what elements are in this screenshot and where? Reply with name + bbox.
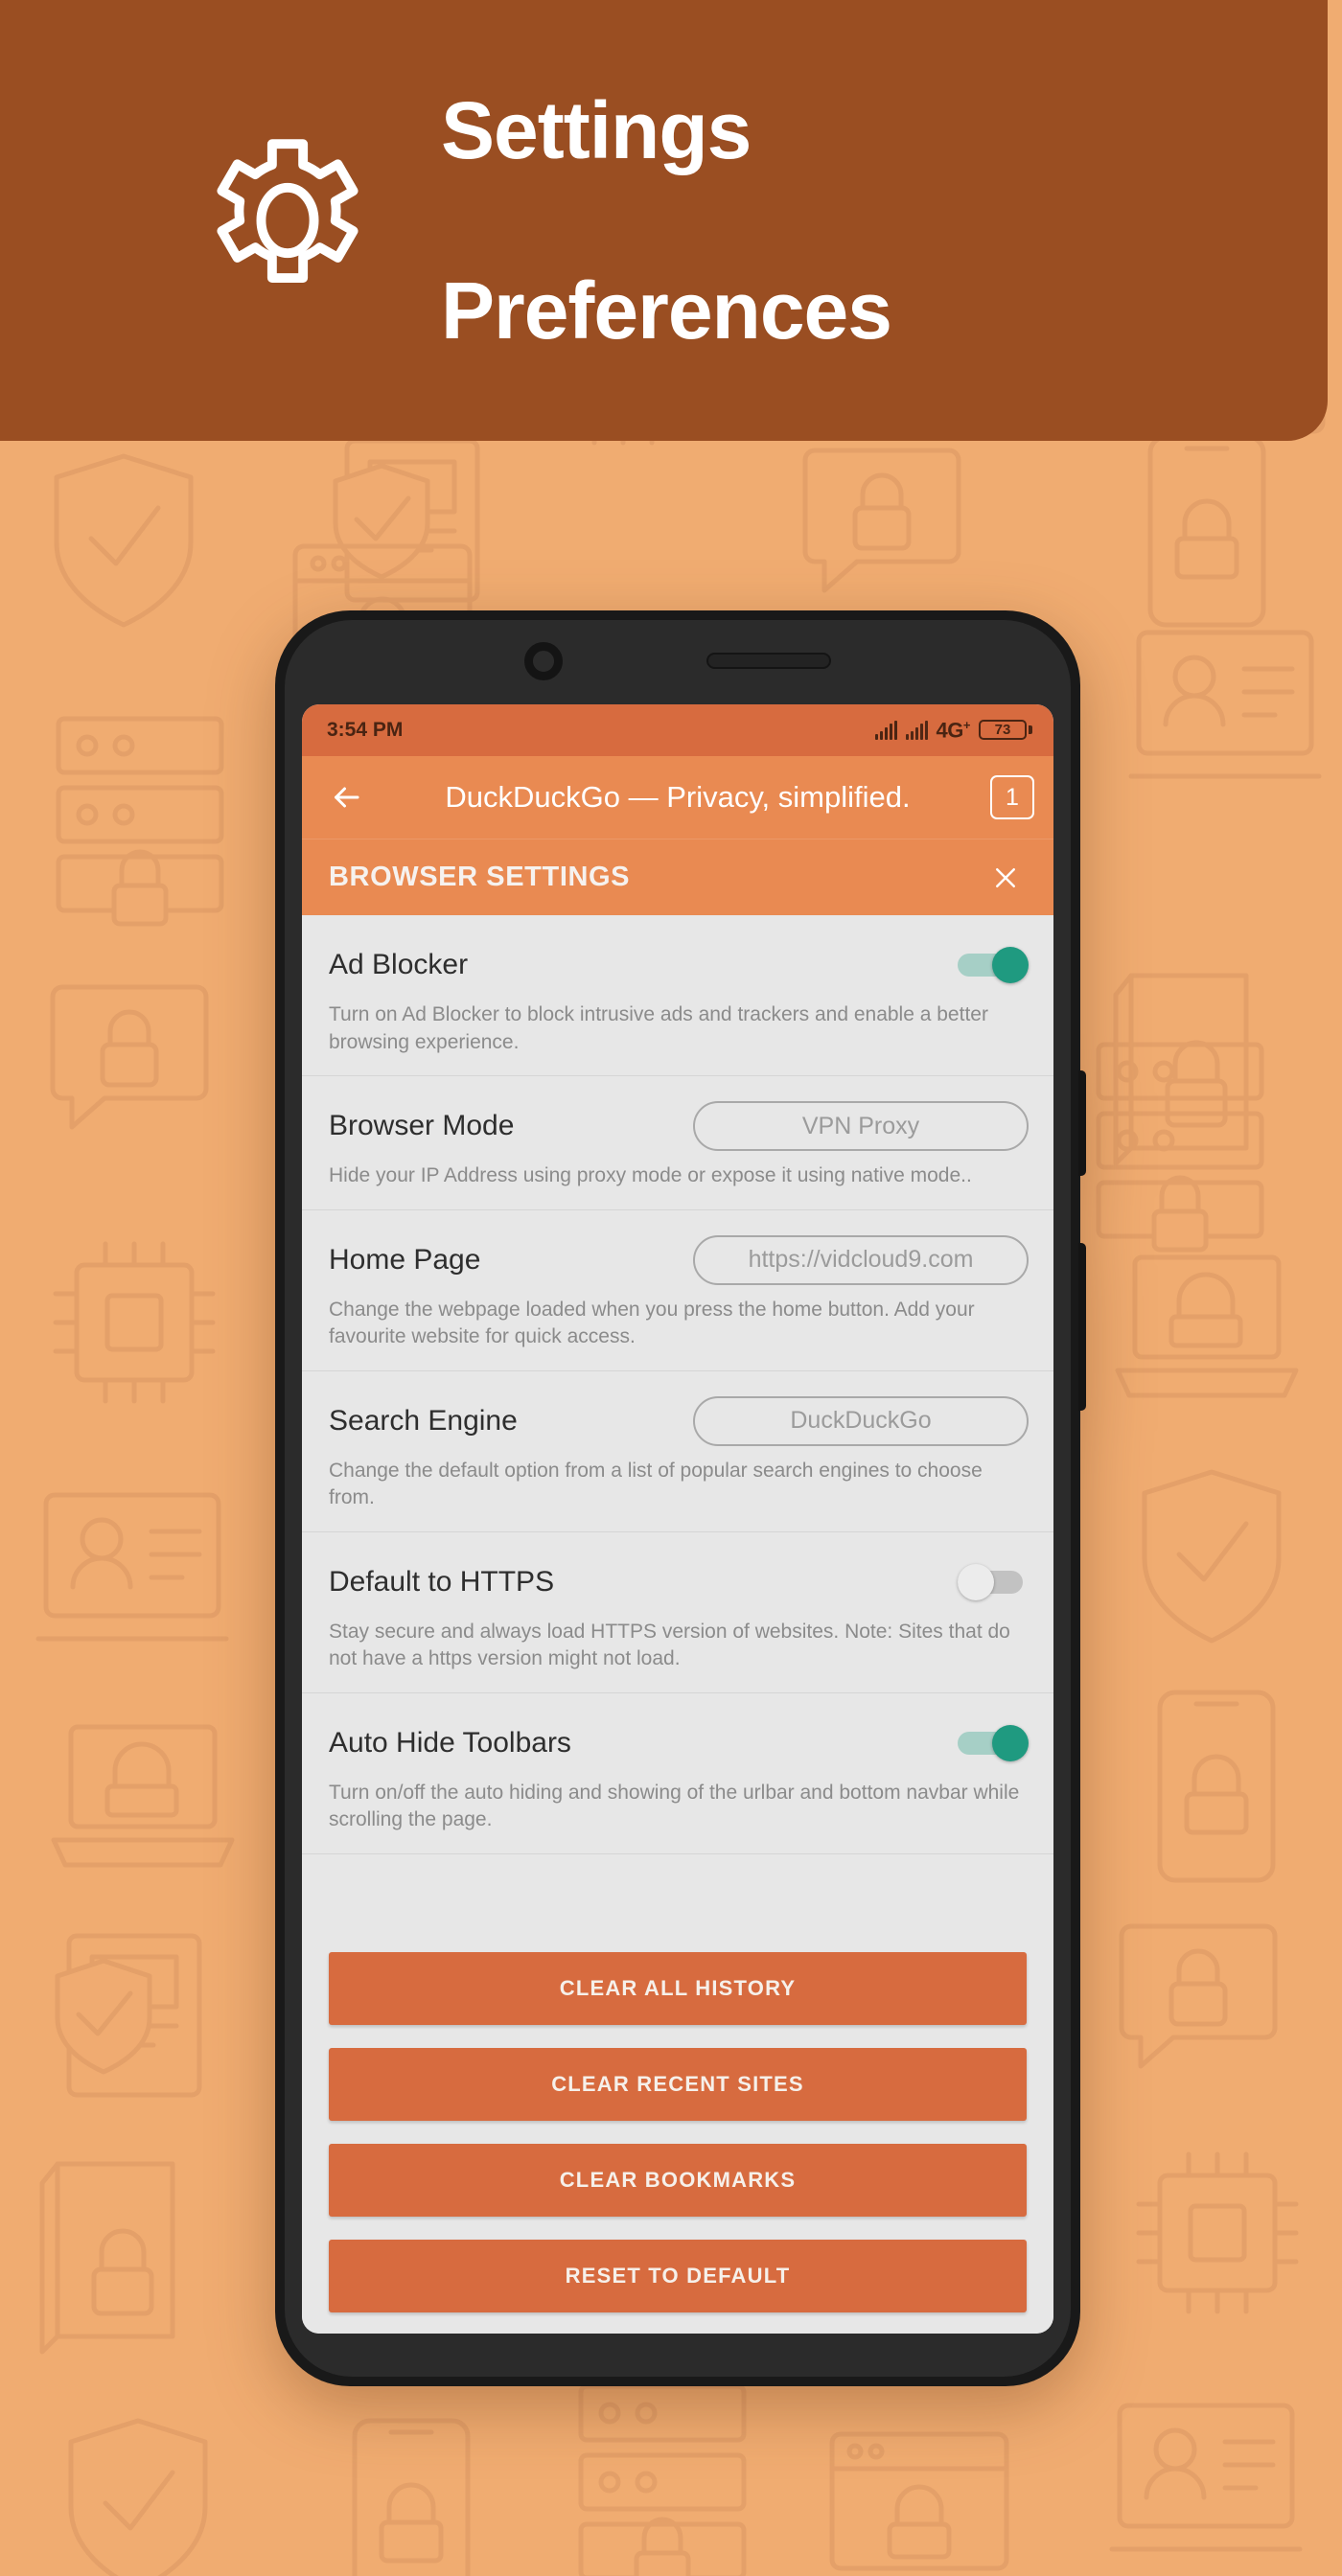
network-type-label: 4G+ — [936, 717, 971, 743]
header-banner: Settings Preferences — [0, 0, 1328, 441]
setting-row-header: Search Engine DuckDuckGo — [329, 1395, 1029, 1446]
action-button[interactable]: RESET TO DEFAULT — [329, 2240, 1027, 2312]
status-bar: 3:54 PM 4G+ 73 — [302, 704, 1053, 756]
signal-bars-icon — [874, 720, 897, 740]
setting-row[interactable]: Ad Blocker Turn on Ad Blocker to block in… — [302, 915, 1053, 1077]
banner-title-line2: Preferences — [441, 265, 892, 356]
status-time: 3:54 PM — [327, 719, 404, 741]
setting-description: Hide your IP Address using proxy mode or… — [329, 1164, 972, 1187]
banner-title-line1: Settings — [441, 84, 752, 175]
setting-toggle[interactable] — [958, 1563, 1029, 1600]
setting-row-header: Browser Mode VPN Proxy — [329, 1101, 1029, 1152]
setting-row[interactable]: Browser Mode VPN Proxy Hide your IP Addres… — [302, 1076, 1053, 1210]
phone-screen: 3:54 PM 4G+ 73 DuckDuckGo — Privacy, sim… — [302, 704, 1053, 2334]
toggle-knob — [992, 1724, 1029, 1761]
close-icon[interactable] — [984, 857, 1027, 899]
front-camera-icon — [524, 641, 563, 680]
settings-header: BROWSER SETTINGS — [302, 839, 1053, 915]
setting-row-header: Auto Hide Toolbars — [329, 1718, 1029, 1768]
setting-description: Change the webpage loaded when you press… — [329, 1298, 975, 1348]
phone-mockup: 3:54 PM 4G+ 73 DuckDuckGo — Privacy, sim… — [275, 610, 1086, 2386]
setting-value-pill[interactable]: DuckDuckGo — [693, 1395, 1029, 1446]
settings-list: Ad Blocker Turn on Ad Blocker to block in… — [302, 915, 1053, 1933]
earpiece-speaker — [706, 653, 831, 669]
setting-row-header: Default to HTTPS — [329, 1557, 1029, 1607]
setting-description: Turn on/off the auto hiding and showing … — [329, 1781, 1020, 1831]
phone-top-hardware — [285, 620, 1071, 702]
setting-label: Search Engine — [329, 1404, 518, 1437]
setting-label: Auto Hide Toolbars — [329, 1726, 571, 1759]
setting-row-header: Home Page https://vidcloud9.com — [329, 1234, 1029, 1285]
setting-row[interactable]: Search Engine DuckDuckGo Change the defaul… — [302, 1371, 1053, 1532]
tab-counter-button[interactable]: 1 — [990, 775, 1034, 819]
power-button[interactable] — [1078, 1243, 1086, 1411]
setting-label: Browser Mode — [329, 1110, 515, 1142]
action-button[interactable]: CLEAR BOOKMARKS — [329, 2144, 1027, 2217]
battery-cap — [1029, 725, 1032, 735]
battery-icon: 73 — [979, 720, 1032, 741]
volume-button[interactable] — [1078, 1070, 1086, 1176]
browser-toolbar: DuckDuckGo — Privacy, simplified. 1 — [302, 756, 1053, 839]
settings-header-title: BROWSER SETTINGS — [329, 862, 631, 892]
setting-description: Turn on Ad Blocker to block intrusive ad… — [329, 1003, 988, 1053]
setting-row[interactable]: Auto Hide Toolbars Turn on/off the auto h… — [302, 1693, 1053, 1855]
page-title: DuckDuckGo — Privacy, simplified. — [445, 780, 911, 814]
banner-title: Settings Preferences — [441, 0, 892, 446]
phone-chin — [302, 2336, 1053, 2375]
setting-toggle[interactable] — [958, 947, 1029, 983]
setting-toggle[interactable] — [958, 1724, 1029, 1761]
setting-value-pill[interactable]: VPN Proxy — [693, 1101, 1029, 1152]
signal-bars-secondary-icon — [905, 720, 928, 740]
back-arrow-icon[interactable] — [321, 772, 371, 822]
setting-description: Stay secure and always load HTTPS versio… — [329, 1620, 1010, 1670]
setting-label: Ad Blocker — [329, 949, 469, 980]
setting-value-pill[interactable]: https://vidcloud9.com — [693, 1234, 1029, 1285]
setting-row-header: Ad Blocker — [329, 940, 1029, 990]
gear-icon — [192, 125, 383, 316]
toggle-knob — [992, 947, 1029, 983]
setting-label: Home Page — [329, 1243, 481, 1276]
battery-level-label: 73 — [979, 720, 1027, 741]
setting-row[interactable]: Home Page https://vidcloud9.com Change the… — [302, 1210, 1053, 1371]
action-button[interactable]: CLEAR RECENT SITES — [329, 2048, 1027, 2121]
setting-description: Change the default option from a list of… — [329, 1459, 983, 1509]
action-button[interactable]: CLEAR ALL HISTORY — [329, 1952, 1027, 2025]
toggle-knob — [958, 1563, 994, 1600]
setting-label: Default to HTTPS — [329, 1565, 555, 1598]
action-buttons: CLEAR ALL HISTORY CLEAR RECENT SITES CLEAR… — [302, 1933, 1053, 2334]
setting-row[interactable]: Default to HTTPS Stay secure and always l… — [302, 1532, 1053, 1693]
status-indicators: 4G+ 73 — [874, 717, 1032, 743]
